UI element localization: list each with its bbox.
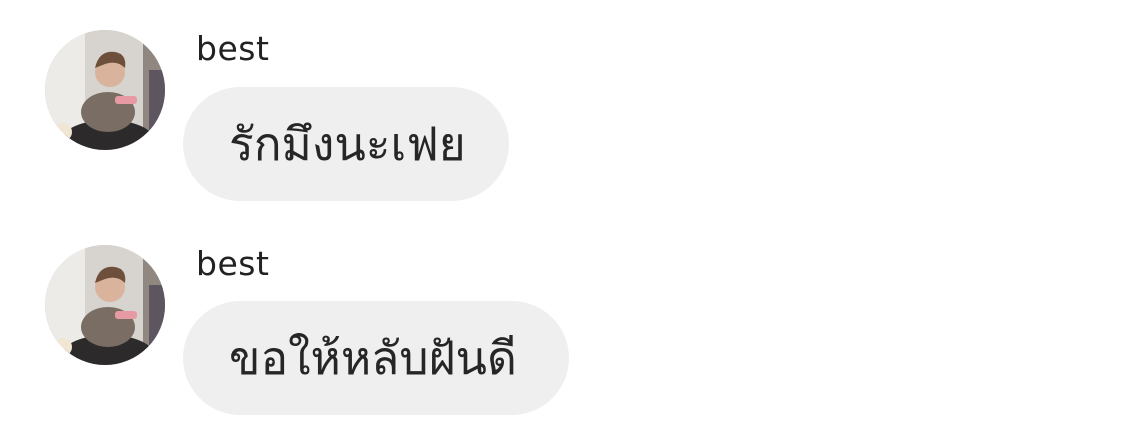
message-row: best ขอให้หลับฝันดี: [0, 215, 1125, 415]
message-text: ขอให้หลับฝันดี: [229, 330, 517, 385]
user-avatar-icon[interactable]: [45, 30, 165, 150]
message-bubble[interactable]: ขอให้หลับฝันดี: [183, 301, 569, 415]
sender-name: best: [196, 244, 270, 283]
message-row: best รักมึงนะเฟย: [0, 0, 1125, 201]
user-avatar-icon[interactable]: [45, 245, 165, 365]
message-bubble[interactable]: รักมึงนะเฟย: [183, 87, 509, 201]
sender-name: best: [196, 29, 270, 68]
message-text: รักมึงนะเฟย: [229, 116, 466, 171]
